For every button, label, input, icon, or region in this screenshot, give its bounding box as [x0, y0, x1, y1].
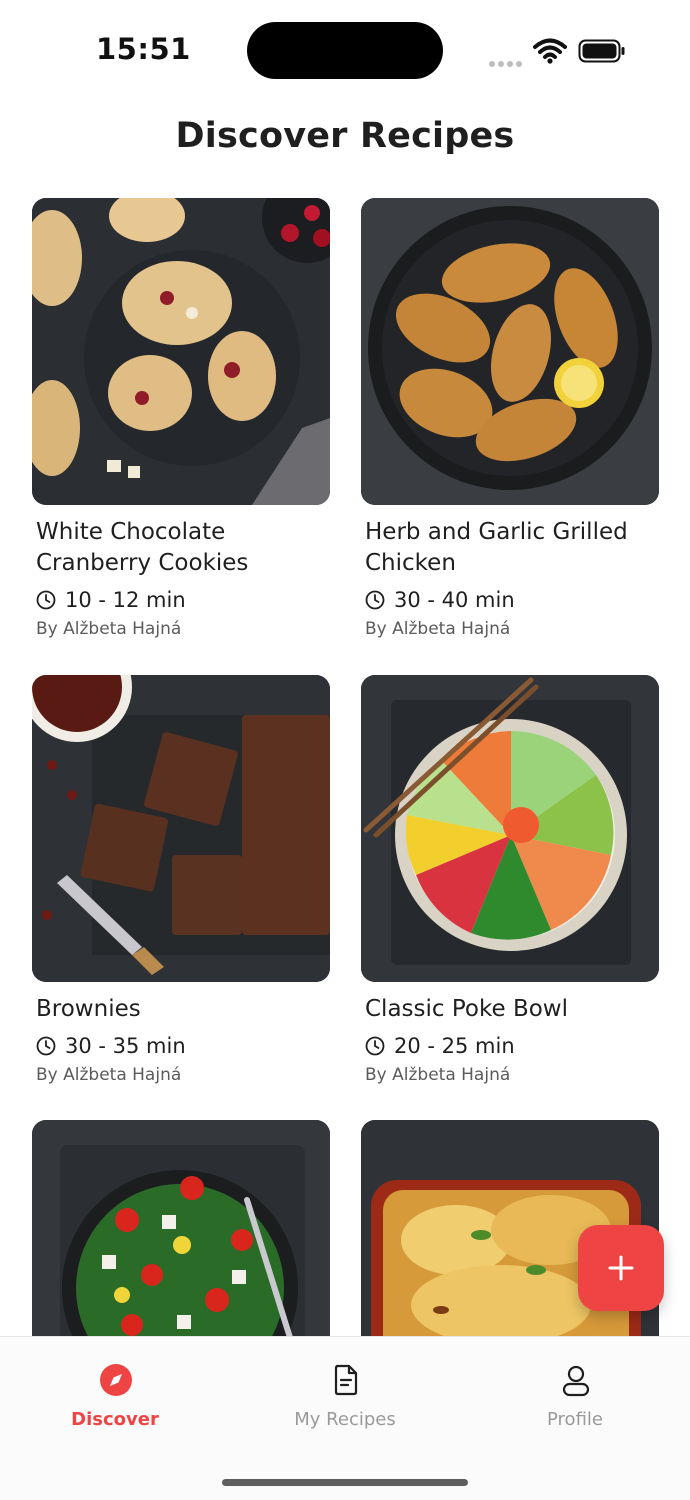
recipe-time-text: 20 - 25 min [394, 1034, 515, 1058]
recipe-time-text: 30 - 40 min [394, 588, 515, 612]
tab-label: My Recipes [294, 1409, 396, 1430]
document-icon [334, 1364, 358, 1396]
recipe-card[interactable]: Classic Poke Bowl 20 - 25 min By Alžbeta… [361, 675, 659, 1085]
recipe-title-line: Classic Poke Bowl [365, 996, 568, 1022]
recipe-grid[interactable]: White Chocolate Cranberry Cookies 10 - 1… [32, 198, 659, 1336]
recipe-image-chicken[interactable] [361, 198, 659, 505]
clock-icon [36, 1036, 56, 1056]
recipe-title[interactable]: Herb and Garlic Grilled Chicken [361, 517, 659, 579]
recipe-time-text: 10 - 12 min [65, 588, 186, 612]
recipe-title-line: Chicken [365, 550, 456, 576]
recipe-author: By Alžbeta Hajná [36, 1065, 182, 1085]
recipe-title-line: Herb and Garlic Grilled [365, 519, 628, 545]
tab-label: Discover [71, 1409, 159, 1430]
discover-screen: 15:51 Discover Recipes White Chocolate C… [0, 0, 690, 1500]
recipe-card[interactable]: Brownies 30 - 35 min By Alžbeta Hajná [32, 675, 330, 1085]
recipe-image-poke-bowl[interactable] [361, 675, 659, 982]
status-time: 15:51 [96, 32, 191, 66]
home-indicator [222, 1479, 468, 1486]
clock-icon [365, 1036, 385, 1056]
recipe-title[interactable]: Classic Poke Bowl [361, 994, 659, 1025]
recipe-card[interactable]: Herb and Garlic Grilled Chicken 30 - 40 … [361, 198, 659, 639]
tab-my-recipes[interactable]: My Recipes [245, 1337, 445, 1447]
clock-icon [365, 590, 385, 610]
recipe-title-line: Brownies [36, 996, 141, 1022]
recipe-time: 20 - 25 min [361, 1031, 659, 1061]
tab-label: Profile [547, 1409, 603, 1430]
compass-icon [100, 1364, 132, 1396]
recipe-time-text: 30 - 35 min [65, 1034, 186, 1058]
recipe-author: By Alžbeta Hajná [365, 619, 511, 639]
recipe-time: 30 - 40 min [361, 585, 659, 615]
cellular-signal-icon [489, 52, 525, 67]
clock-icon [36, 590, 56, 610]
recipe-card[interactable] [32, 1120, 330, 1336]
status-bar: 15:51 [0, 0, 690, 100]
recipe-title-line: Cranberry Cookies [36, 550, 249, 576]
tab-profile[interactable]: Profile [475, 1337, 675, 1447]
recipe-time: 30 - 35 min [32, 1031, 330, 1061]
recipe-title[interactable]: White Chocolate Cranberry Cookies [32, 517, 330, 579]
plus-icon [608, 1255, 634, 1281]
page-title: Discover Recipes [175, 116, 515, 156]
recipe-card[interactable]: White Chocolate Cranberry Cookies 10 - 1… [32, 198, 330, 639]
recipe-title[interactable]: Brownies [32, 994, 330, 1025]
battery-icon [578, 39, 625, 63]
dynamic-island [247, 22, 443, 79]
wifi-icon [533, 38, 567, 64]
recipe-author: By Alžbeta Hajná [36, 619, 182, 639]
recipe-image-cookies[interactable] [32, 198, 330, 505]
recipe-author: By Alžbeta Hajná [365, 1065, 511, 1085]
person-icon [562, 1365, 590, 1397]
recipe-title-line: White Chocolate [36, 519, 226, 545]
recipe-time: 10 - 12 min [32, 585, 330, 615]
recipe-image-brownies[interactable] [32, 675, 330, 982]
tab-bar: Discover My Recipes Profile [0, 1336, 690, 1500]
add-recipe-button[interactable] [578, 1225, 664, 1311]
tab-discover[interactable]: Discover [15, 1337, 215, 1447]
recipe-image-salad[interactable] [32, 1120, 330, 1336]
